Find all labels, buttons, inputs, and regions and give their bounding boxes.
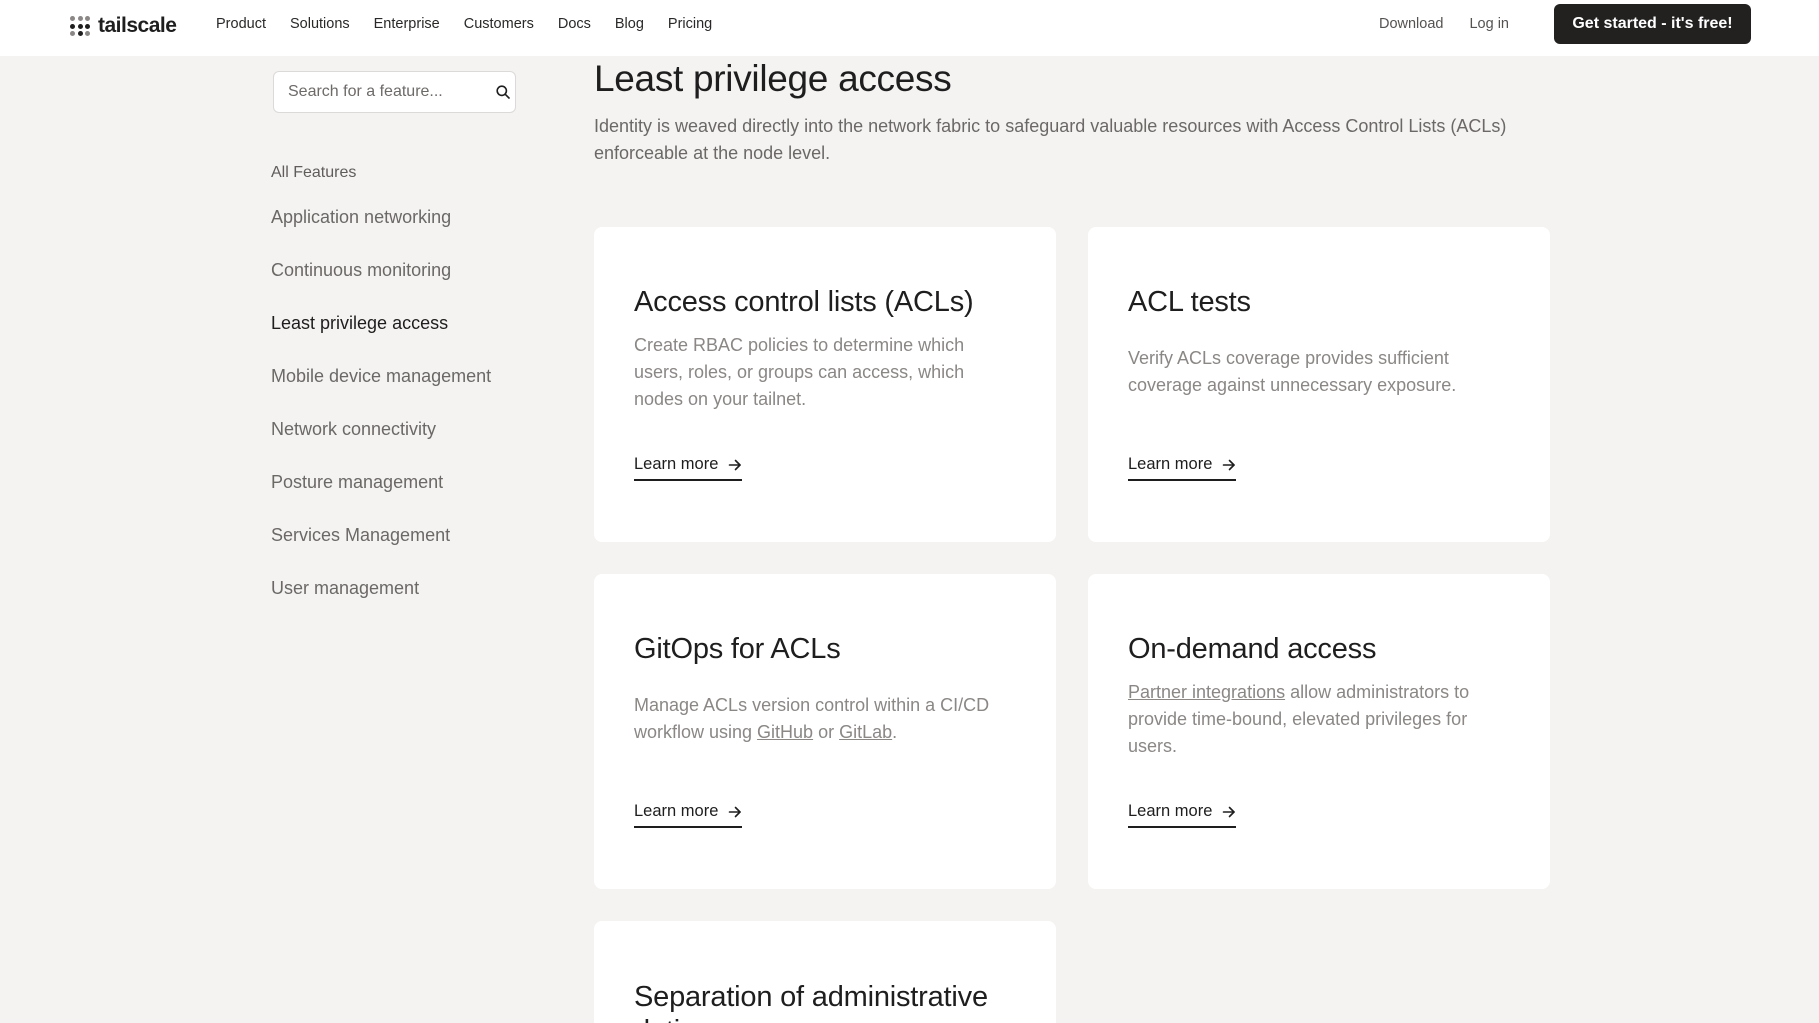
sidebar-item-posture-management[interactable]: Posture management <box>271 472 531 525</box>
learn-more-label: Learn more <box>1128 455 1213 473</box>
top-navigation-bar: tailscale Product Solutions Enterprise C… <box>0 0 1819 56</box>
card-description-text: or <box>813 722 840 742</box>
feature-sidebar: All Features Application networking Cont… <box>271 164 531 631</box>
learn-more-label: Learn more <box>634 455 719 473</box>
learn-more-link[interactable]: Learn more <box>634 802 743 828</box>
feature-search-input[interactable] <box>288 83 495 101</box>
nav-pricing[interactable]: Pricing <box>668 16 712 32</box>
learn-more-link[interactable]: Learn more <box>1128 455 1237 481</box>
tailscale-logo[interactable]: tailscale <box>70 14 177 38</box>
learn-more-link[interactable]: Learn more <box>634 455 743 481</box>
sidebar-item-continuous-monitoring[interactable]: Continuous monitoring <box>271 260 531 313</box>
card-title: Separation of administrative duties <box>634 981 988 1023</box>
arrow-right-icon <box>728 805 742 819</box>
feature-card-on-demand-access: On-demand access Partner integrations al… <box>1088 574 1550 889</box>
card-description-text: . <box>892 722 898 742</box>
login-link[interactable]: Log in <box>1469 16 1509 32</box>
feature-card-acls: Access control lists (ACLs) Create RBAC … <box>594 227 1056 542</box>
feature-search <box>273 71 516 113</box>
logo-text: tailscale <box>98 14 177 37</box>
secondary-nav: Download Log in <box>1379 0 1509 48</box>
card-description: Create RBAC policies to determine which … <box>634 335 965 409</box>
arrow-right-icon <box>1222 805 1236 819</box>
nav-solutions[interactable]: Solutions <box>290 16 350 32</box>
github-link[interactable]: GitHub <box>757 722 813 742</box>
nav-customers[interactable]: Customers <box>464 16 534 32</box>
primary-nav: Product Solutions Enterprise Customers D… <box>216 0 712 48</box>
arrow-right-icon <box>1222 458 1236 472</box>
feature-card-separation-of-duties: Separation of administrative duties <box>594 921 1056 1023</box>
page-title: Least privilege access <box>594 58 952 99</box>
card-title: On-demand access <box>1128 633 1377 665</box>
gitlab-link[interactable]: GitLab <box>839 722 892 742</box>
learn-more-label: Learn more <box>634 802 719 820</box>
nav-enterprise[interactable]: Enterprise <box>374 16 440 32</box>
learn-more-label: Learn more <box>1128 802 1213 820</box>
feature-card-acl-tests: ACL tests Verify ACLs coverage provides … <box>1088 227 1550 542</box>
card-description: Verify ACLs coverage provides sufficient… <box>1128 348 1457 395</box>
card-description: Partner integrations allow administrator… <box>1128 679 1503 760</box>
sidebar-item-application-networking[interactable]: Application networking <box>271 207 531 260</box>
sidebar-item-least-privilege-access[interactable]: Least privilege access <box>271 313 531 366</box>
card-title: ACL tests <box>1128 286 1251 318</box>
sidebar-item-services-management[interactable]: Services Management <box>271 525 531 578</box>
sidebar-all-features[interactable]: All Features <box>271 164 531 182</box>
download-link[interactable]: Download <box>1379 16 1444 32</box>
nav-blog[interactable]: Blog <box>615 16 644 32</box>
get-started-button[interactable]: Get started - it's free! <box>1554 4 1751 44</box>
sidebar-item-user-management[interactable]: User management <box>271 578 531 631</box>
partner-integrations-link[interactable]: Partner integrations <box>1128 682 1285 702</box>
learn-more-link[interactable]: Learn more <box>1128 802 1237 828</box>
sidebar-item-network-connectivity[interactable]: Network connectivity <box>271 419 531 472</box>
tailscale-logo-icon <box>70 16 90 36</box>
card-title: GitOps for ACLs <box>634 633 841 665</box>
card-title: Access control lists (ACLs) <box>634 286 974 318</box>
feature-card-gitops: GitOps for ACLs Manage ACLs version cont… <box>594 574 1056 889</box>
nav-product[interactable]: Product <box>216 16 266 32</box>
nav-docs[interactable]: Docs <box>558 16 591 32</box>
page-description: Identity is weaved directly into the net… <box>594 116 1507 163</box>
sidebar-item-mobile-device-management[interactable]: Mobile device management <box>271 366 531 419</box>
search-icon[interactable] <box>495 84 511 100</box>
card-description: Manage ACLs version control within a CI/… <box>634 692 1024 746</box>
arrow-right-icon <box>728 458 742 472</box>
